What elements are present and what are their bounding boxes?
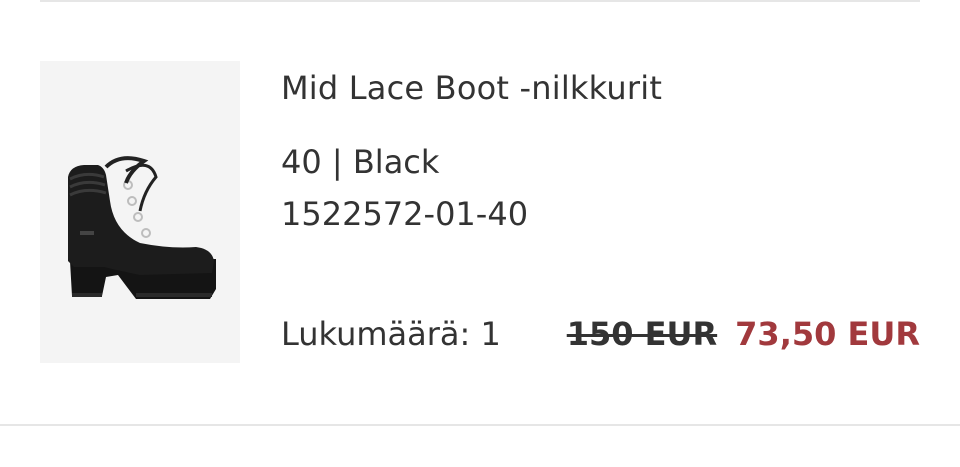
divider-top — [40, 0, 920, 2]
product-sku: 1522572-01-40 — [281, 195, 529, 233]
original-price: 150 EUR — [566, 315, 718, 353]
product-variant: 40 | Black — [281, 143, 440, 181]
divider-bottom — [0, 424, 960, 426]
product-image[interactable] — [40, 61, 240, 363]
cart-item: Mid Lace Boot -nilkkurit 40 | Black 1522… — [0, 0, 960, 467]
sale-price: 73,50 EUR — [735, 315, 920, 353]
price-group: 150 EUR 73,50 EUR — [567, 314, 920, 354]
boot-image — [68, 156, 216, 299]
quantity-label: Lukumäärä: 1 — [281, 315, 501, 353]
product-name[interactable]: Mid Lace Boot -nilkkurit — [281, 68, 662, 108]
